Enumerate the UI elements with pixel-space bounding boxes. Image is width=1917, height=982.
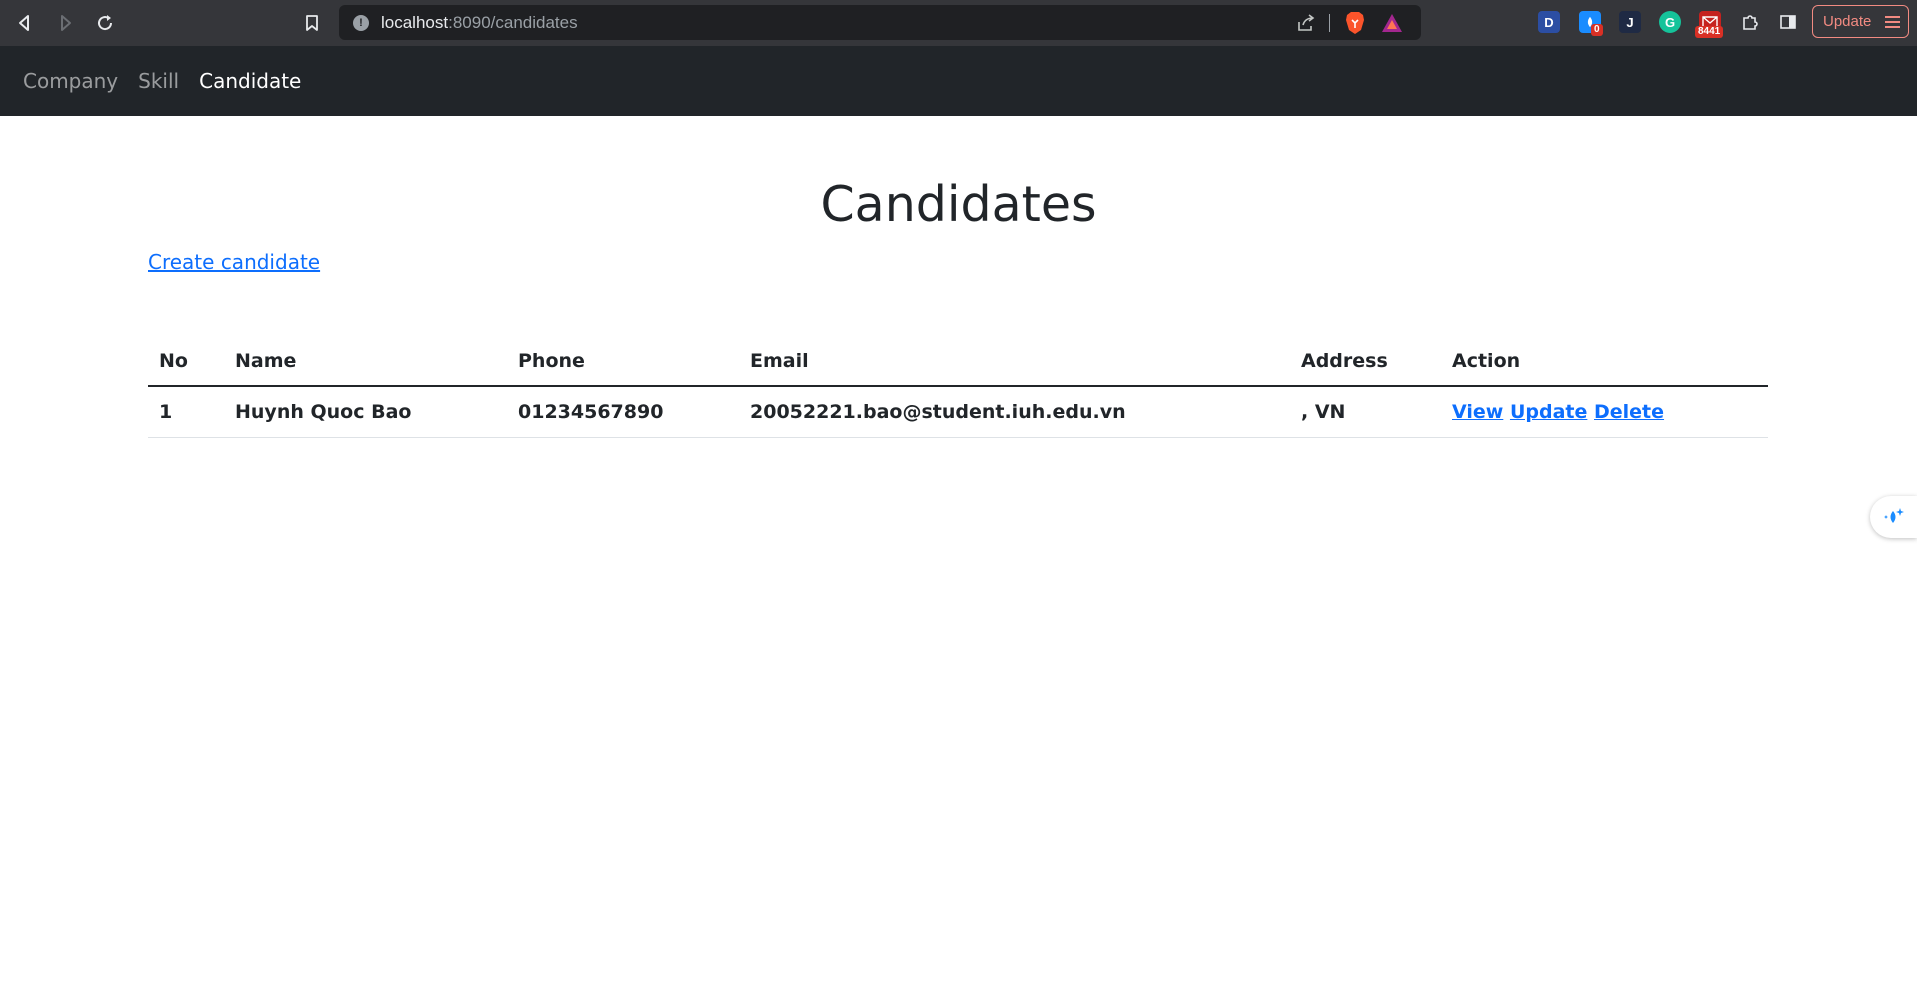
update-link[interactable]: Update [1510, 401, 1587, 423]
sidebar-toggle-icon[interactable] [1777, 11, 1799, 33]
browser-update-button[interactable]: Update [1812, 5, 1909, 38]
brave-rewards-icon[interactable] [1381, 13, 1403, 33]
back-icon [19, 15, 29, 31]
sparkle-drop-icon [1883, 508, 1904, 523]
mail-badge: 8441 [1695, 26, 1724, 38]
raindrop-badge: 0 [1591, 24, 1603, 36]
create-candidate-link[interactable]: Create candidate [148, 250, 320, 274]
nav-company[interactable]: Company [23, 69, 118, 93]
reload-icon [98, 15, 113, 31]
cell-no: 1 [159, 400, 173, 423]
extensions-puzzle-icon[interactable] [1739, 11, 1761, 33]
table-header-row: No Name Phone Email Address Action [148, 337, 1768, 386]
reload-button[interactable] [90, 8, 120, 38]
cell-name: Huynh Quoc Bao [235, 400, 412, 423]
mail-extension-icon[interactable]: 8441 [1695, 11, 1724, 38]
update-label: Update [1823, 13, 1872, 30]
header-email: Email [750, 350, 809, 372]
floating-assistant-button[interactable] [1870, 496, 1917, 538]
table-row: 1 Huynh Quoc Bao 01234567890 20052221.ba… [148, 386, 1768, 437]
bookmark-button[interactable] [297, 8, 327, 38]
forward-button[interactable] [50, 8, 80, 38]
raindrop-extension-icon[interactable]: 0 [1579, 11, 1603, 36]
url-text[interactable]: localhost:8090/candidates [381, 13, 578, 33]
menu-icon [1885, 15, 1901, 28]
app-navbar: Company Skill Candidate [0, 46, 1917, 116]
cell-address: , VN [1301, 400, 1346, 423]
site-info-icon[interactable]: ! [353, 15, 369, 31]
divider [1329, 14, 1330, 32]
jira-extension-icon[interactable]: J [1619, 11, 1641, 33]
nav-skill[interactable]: Skill [138, 69, 179, 93]
candidates-table: No Name Phone Email Address Action 1 Huy… [148, 337, 1768, 438]
delete-link[interactable]: Delete [1594, 401, 1664, 423]
header-address: Address [1301, 350, 1388, 372]
header-phone: Phone [518, 350, 585, 372]
brave-shields-icon[interactable] [1344, 11, 1366, 35]
cell-email: 20052221.bao@student.iuh.edu.vn [750, 400, 1126, 423]
address-bar[interactable]: ! localhost:8090/candidates [339, 5, 1421, 40]
view-link[interactable]: View [1452, 401, 1503, 423]
nav-candidate[interactable]: Candidate [199, 69, 301, 93]
forward-icon [61, 15, 71, 31]
header-name: Name [235, 350, 297, 372]
page-title: Candidates [820, 176, 1097, 233]
grammarly-extension-icon[interactable]: G [1659, 11, 1681, 33]
browser-toolbar: ! localhost:8090/candidates D 0 J G 8441… [0, 0, 1917, 46]
cell-phone: 01234567890 [518, 400, 664, 423]
share-icon[interactable] [1296, 13, 1316, 33]
cell-actions: View Update Delete [1441, 386, 1768, 437]
bookmark-icon [306, 15, 318, 31]
back-button[interactable] [10, 8, 40, 38]
header-no: No [159, 350, 188, 372]
dashlane-extension-icon[interactable]: D [1538, 11, 1560, 33]
header-action: Action [1452, 350, 1521, 372]
